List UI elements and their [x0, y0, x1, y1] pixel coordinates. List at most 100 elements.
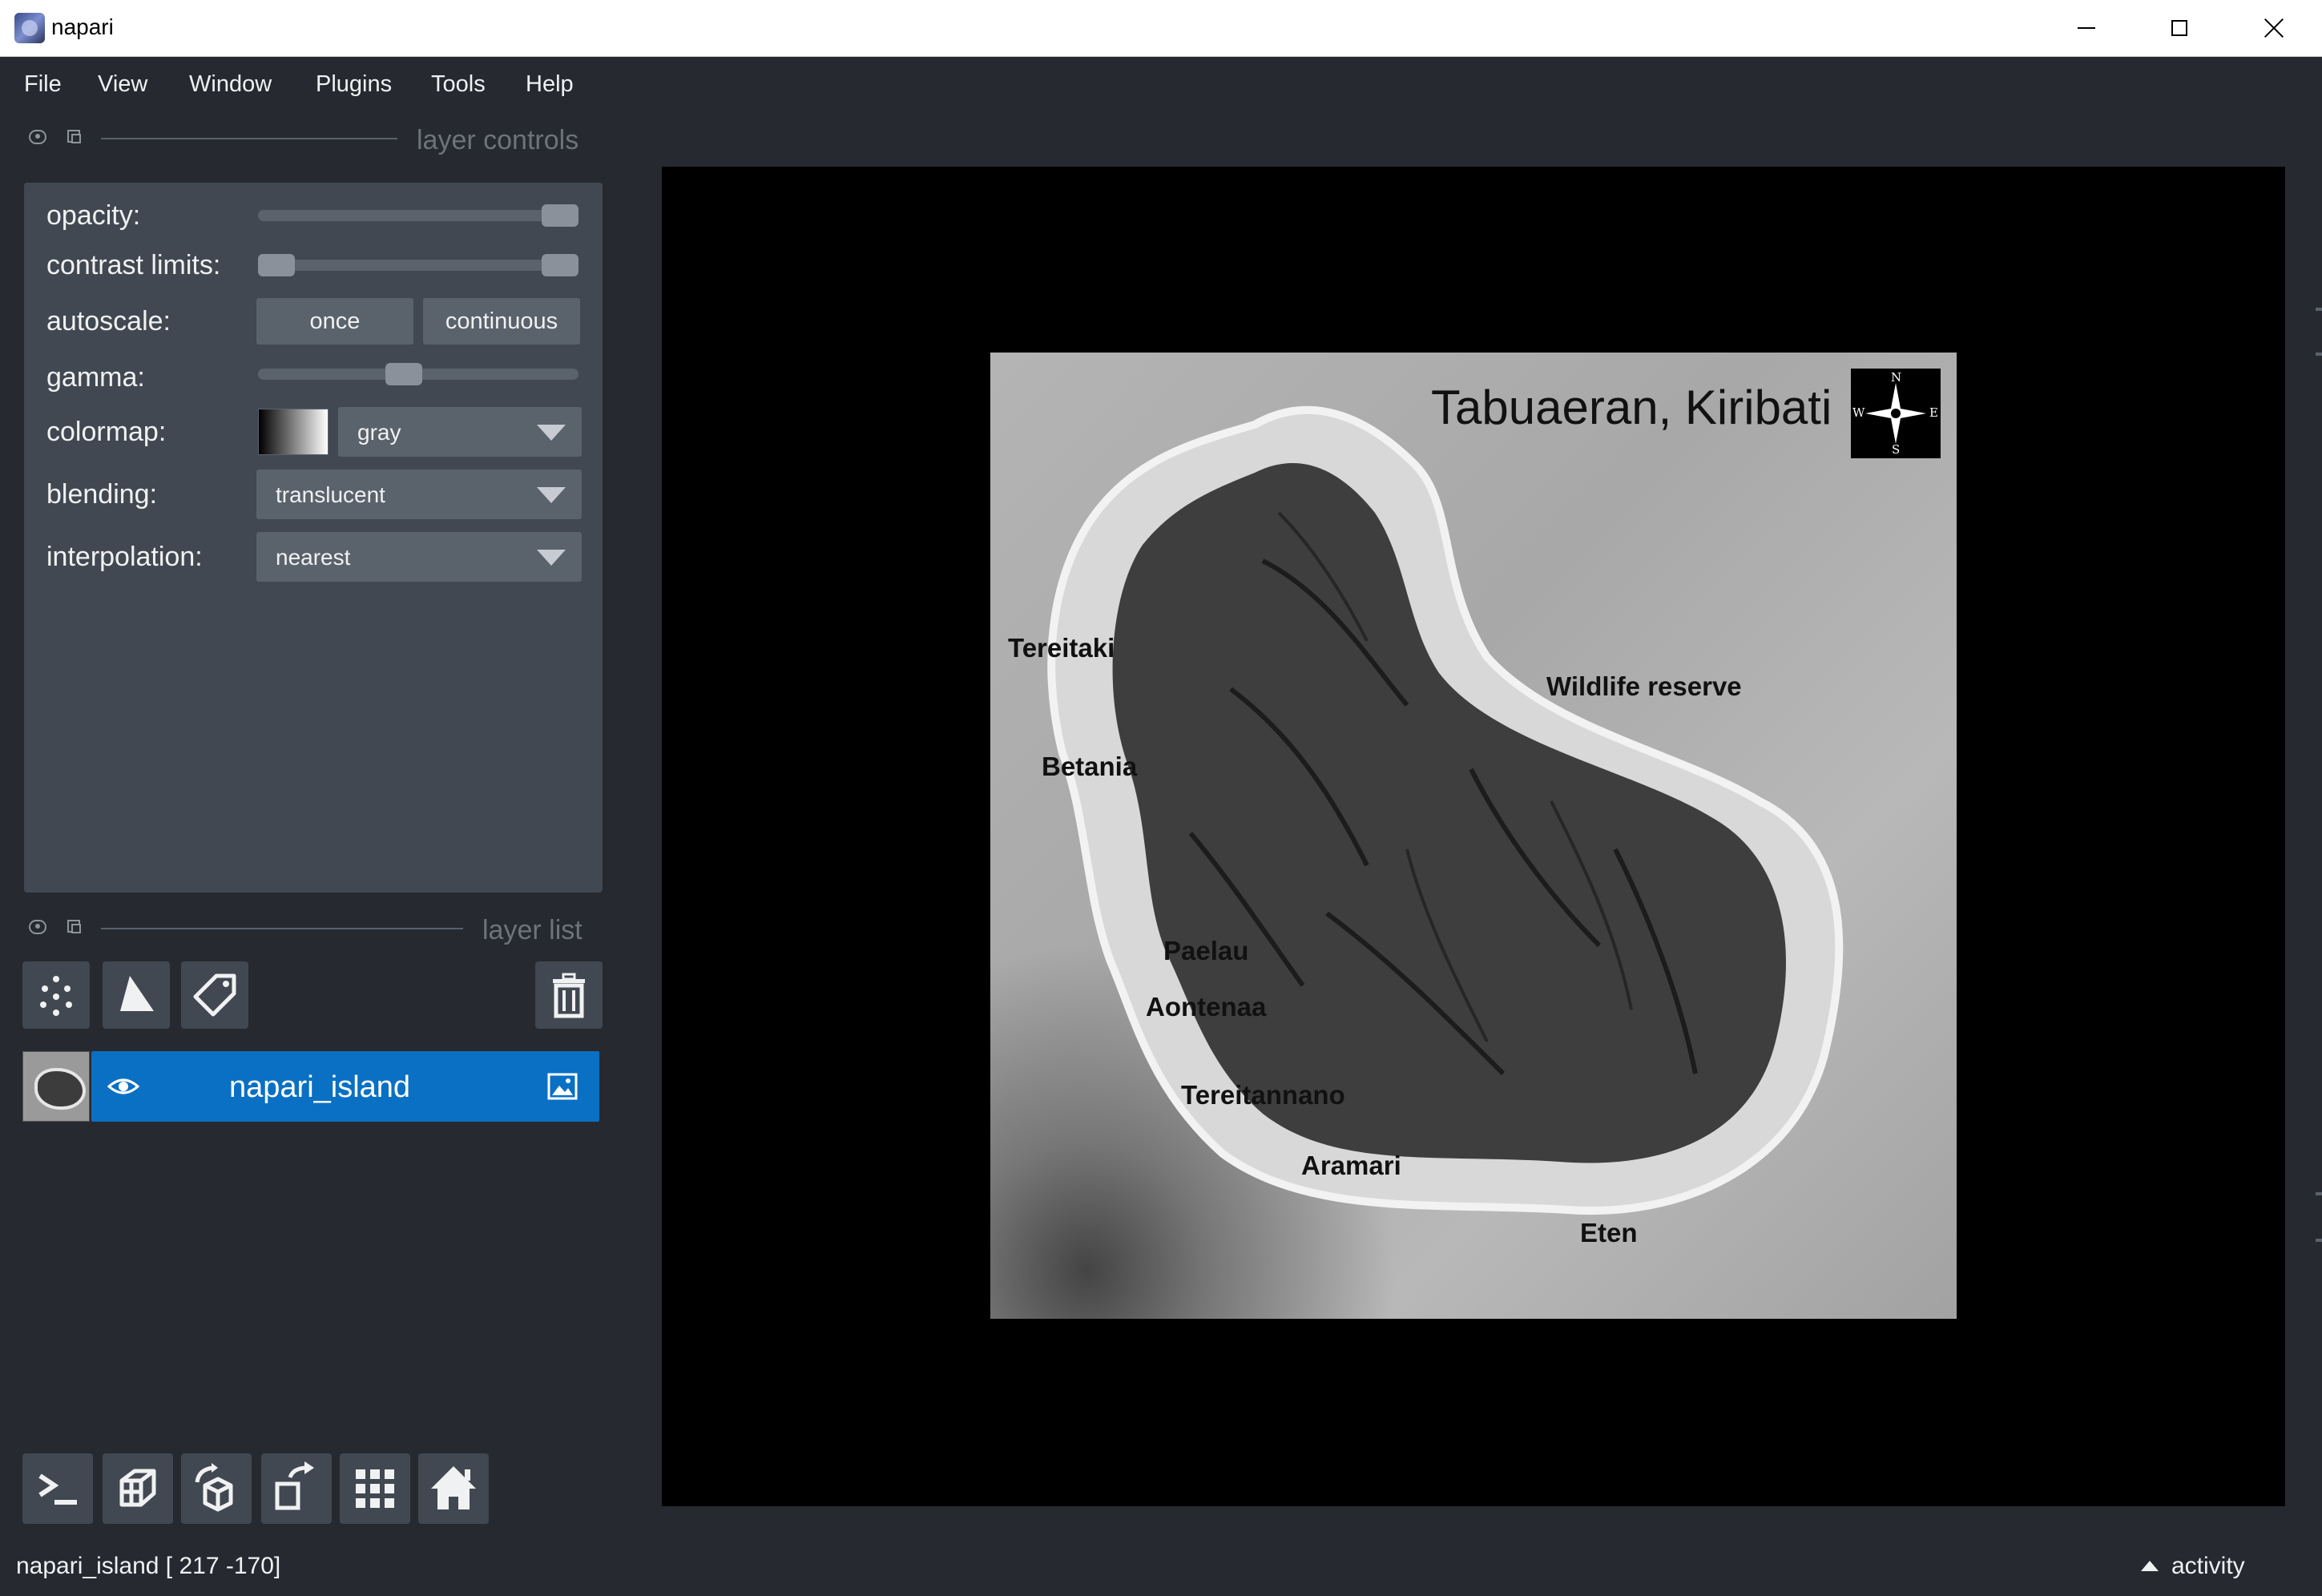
image-layer-render: Tabuaeran, Kiribati N S E W Tereitaki Wi…	[990, 353, 1957, 1319]
place-label: Paelau	[1163, 936, 1249, 965]
layer-thumbnail	[22, 1051, 90, 1122]
labels-tag-icon	[193, 973, 236, 1017]
autoscale-once-button[interactable]: once	[256, 298, 413, 345]
menu-window[interactable]: Window	[189, 71, 272, 98]
contrast-limits-label: contrast limits:	[46, 250, 221, 280]
layerlist-visibility-toggle-icon[interactable]	[29, 920, 46, 934]
controls-float-icon[interactable]	[67, 130, 81, 143]
blending-value: translucent	[276, 482, 385, 507]
toggle-ndisplay-button[interactable]	[103, 1453, 173, 1524]
console-button[interactable]	[22, 1453, 93, 1524]
autoscale-continuous-button[interactable]: continuous	[423, 298, 580, 345]
chevron-down-icon	[537, 550, 566, 566]
transpose-button[interactable]	[261, 1453, 332, 1524]
controls-visibility-toggle-icon[interactable]	[29, 130, 46, 144]
chevron-down-icon	[537, 425, 566, 441]
reset-view-button[interactable]	[418, 1453, 489, 1524]
maximize-button[interactable]	[2133, 0, 2226, 56]
blending-label: blending:	[46, 479, 158, 510]
new-labels-layer-button[interactable]	[181, 961, 248, 1029]
right-edge-marker	[2316, 308, 2322, 311]
menu-plugins[interactable]: Plugins	[316, 71, 392, 98]
shapes-icon	[120, 976, 154, 1011]
eye-icon[interactable]	[107, 1070, 139, 1102]
place-label: Tereitaki	[1008, 633, 1115, 663]
maximize-icon	[2171, 20, 2187, 36]
compass-s: S	[1892, 442, 1901, 457]
minimize-button[interactable]	[2040, 0, 2133, 56]
chevron-down-icon	[537, 487, 566, 503]
minimize-icon	[2078, 27, 2095, 29]
window-title: napari	[51, 14, 114, 39]
viewer-canvas[interactable]: Tabuaeran, Kiribati N S E W Tereitaki Wi…	[662, 167, 2285, 1506]
activity-button[interactable]: activity	[2171, 1553, 2245, 1580]
layer-controls-title: layer controls	[417, 125, 579, 155]
interpolation-value: nearest	[276, 545, 351, 570]
roll-cube-icon	[195, 1463, 233, 1512]
contrast-min-handle[interactable]	[258, 254, 295, 276]
place-label: Tereitannano	[1181, 1080, 1345, 1110]
place-label: Betania	[1042, 752, 1138, 781]
menu-tools[interactable]: Tools	[431, 71, 486, 98]
chevron-up-icon[interactable]	[2141, 1561, 2159, 1571]
right-edge-marker	[2316, 1192, 2322, 1195]
close-button[interactable]	[2227, 0, 2320, 56]
controls-header-divider	[101, 138, 397, 139]
menu-bar: File View Window Plugins Tools Help	[0, 57, 2322, 113]
blending-dropdown[interactable]: translucent	[256, 470, 582, 519]
compass-rose-icon: N S E W	[1851, 369, 1941, 458]
place-label: Eten	[1580, 1218, 1638, 1247]
transpose-icon	[275, 1461, 314, 1510]
contrast-limits-slider[interactable]	[258, 254, 578, 276]
image-layer-icon	[547, 1073, 578, 1100]
new-shapes-layer-button[interactable]	[103, 961, 170, 1029]
colormap-label: colormap:	[46, 417, 167, 447]
window-titlebar: napari	[0, 0, 2322, 57]
colormap-dropdown[interactable]: gray	[338, 407, 582, 457]
opacity-slider-handle[interactable]	[542, 204, 578, 227]
layer-item-selected[interactable]: napari_island	[91, 1051, 599, 1122]
menu-help[interactable]: Help	[526, 71, 574, 98]
layerlist-float-icon[interactable]	[67, 920, 81, 933]
right-edge-marker	[2316, 1239, 2322, 1242]
place-label: Aontenaa	[1146, 992, 1267, 1022]
colormap-value: gray	[357, 420, 401, 445]
roll-dimensions-button[interactable]	[181, 1453, 252, 1524]
cube-3d-icon	[119, 1469, 156, 1507]
gamma-slider-handle[interactable]	[385, 363, 423, 385]
compass-n: N	[1891, 370, 1902, 385]
place-label: Aramari	[1301, 1151, 1401, 1180]
right-edge-marker	[2316, 353, 2322, 356]
layer-list-item[interactable]: napari_island	[22, 1051, 599, 1122]
layer-list-title: layer list	[482, 915, 583, 945]
delete-layer-button[interactable]	[535, 961, 603, 1029]
points-icon	[40, 976, 72, 1016]
terminal-icon	[38, 1473, 77, 1505]
gamma-label: gamma:	[46, 362, 145, 393]
layer-controls-panel: opacity: contrast limits: autoscale: onc…	[24, 183, 603, 893]
layer-name[interactable]: napari_island	[229, 1070, 410, 1105]
grid-mode-button[interactable]	[340, 1453, 410, 1524]
interpolation-dropdown[interactable]: nearest	[256, 532, 582, 582]
layerlist-header-divider	[101, 928, 463, 929]
map-title: Tabuaeran, Kiribati	[1431, 381, 1832, 434]
status-text: napari_island [ 217 -170]	[16, 1553, 281, 1579]
menu-view[interactable]: View	[98, 71, 147, 98]
menu-file[interactable]: File	[24, 71, 62, 98]
compass-e: E	[1929, 405, 1938, 420]
compass-w: W	[1852, 405, 1865, 420]
colormap-preview	[258, 409, 329, 455]
napari-logo-icon	[14, 13, 45, 43]
close-icon	[2264, 18, 2284, 38]
gamma-slider[interactable]	[258, 363, 578, 385]
trash-icon	[553, 973, 585, 1018]
opacity-slider[interactable]	[258, 204, 578, 227]
interpolation-label: interpolation:	[46, 542, 203, 572]
opacity-label: opacity:	[46, 200, 141, 231]
contrast-max-handle[interactable]	[542, 254, 578, 276]
new-points-layer-button[interactable]	[22, 961, 90, 1029]
autoscale-label: autoscale:	[46, 306, 171, 337]
grid-icon	[356, 1469, 394, 1508]
place-label: Wildlife reserve	[1546, 671, 1742, 701]
home-icon	[431, 1466, 476, 1509]
